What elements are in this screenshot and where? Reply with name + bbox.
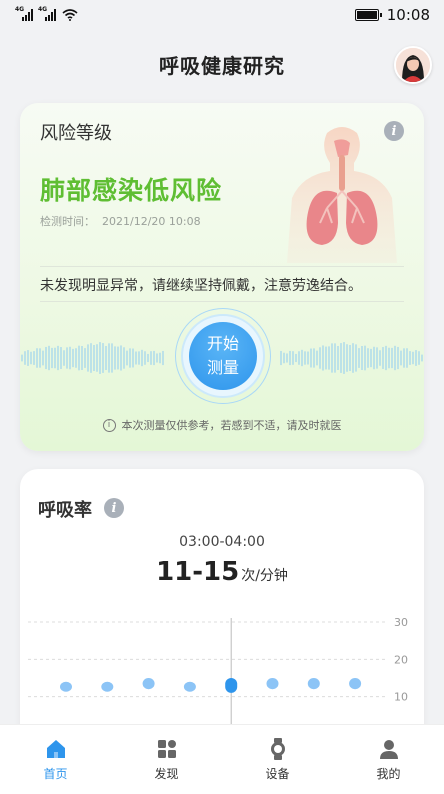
bottom-tab-bar: 首页 发现 设备 我的 [0, 724, 444, 794]
measure-time: 检测时间： 2021/12/20 10:08 [40, 215, 201, 228]
avatar[interactable] [394, 46, 432, 84]
watch-icon [270, 738, 285, 760]
risk-level: 肺部感染低风险 [40, 176, 223, 205]
status-bar: 4G 4G 10:08 [0, 0, 444, 30]
risk-card: 风险等级 i 肺部感染低风险 检测时间： 2021/12/20 10:08 未发… [20, 103, 424, 451]
range-bar[interactable] [266, 678, 279, 690]
lungs-illustration [287, 127, 397, 263]
tab-device[interactable]: 设备 [222, 725, 333, 794]
disclaimer: i 本次测量仅供参考，若感到不适，请及时就医 [20, 417, 424, 433]
range-bar[interactable] [349, 678, 362, 690]
sound-wave-right [280, 342, 423, 374]
time-range: 03:00-04:00 [179, 534, 265, 550]
start-measure-button[interactable]: 开始 测量 [175, 308, 271, 404]
divider [40, 266, 404, 267]
y-tick-label: 10 [394, 691, 408, 704]
app-header: 呼吸健康研究 [0, 40, 444, 88]
signal-icon: 4G [38, 6, 56, 21]
start-label-2: 测量 [206, 358, 239, 377]
range-bar[interactable] [101, 681, 114, 692]
respiration-value: 11-15 次/分钟 [156, 557, 288, 587]
sound-wave-left [21, 342, 164, 374]
start-label-1: 开始 [206, 334, 239, 353]
divider [40, 301, 404, 302]
advice-text: 未发现明显异常，请继续坚持佩戴，注意劳逸结合。 [40, 278, 362, 294]
range-bar[interactable] [142, 678, 155, 690]
range-bar[interactable] [183, 681, 196, 692]
y-tick-label: 20 [394, 653, 408, 666]
disclaimer-text: 本次测量仅供参考，若感到不适，请及时就医 [121, 419, 342, 432]
tab-discover[interactable]: 发现 [111, 725, 222, 794]
y-tick-label: 30 [394, 616, 408, 629]
range-bar[interactable] [307, 678, 320, 690]
range-bar[interactable] [225, 678, 238, 693]
tab-home[interactable]: 首页 [0, 725, 111, 794]
respiration-chart[interactable]: 30 20 10 [20, 609, 424, 729]
respiration-title: 呼吸率 [38, 500, 92, 521]
battery-icon [354, 9, 382, 21]
info-icon[interactable]: i [104, 498, 124, 518]
wifi-icon [62, 9, 78, 21]
info-small-icon: i [102, 418, 116, 432]
home-icon [46, 740, 65, 758]
discover-icon [157, 740, 176, 758]
risk-label: 风险等级 [40, 123, 112, 144]
clock: 10:08 [386, 6, 430, 24]
tab-profile[interactable]: 我的 [333, 725, 444, 794]
page-title: 呼吸健康研究 [159, 53, 285, 78]
user-icon [379, 740, 398, 759]
status-indicators: 4G 4G [15, 6, 78, 21]
signal-icon: 4G [15, 6, 33, 21]
range-bar[interactable] [60, 681, 72, 692]
